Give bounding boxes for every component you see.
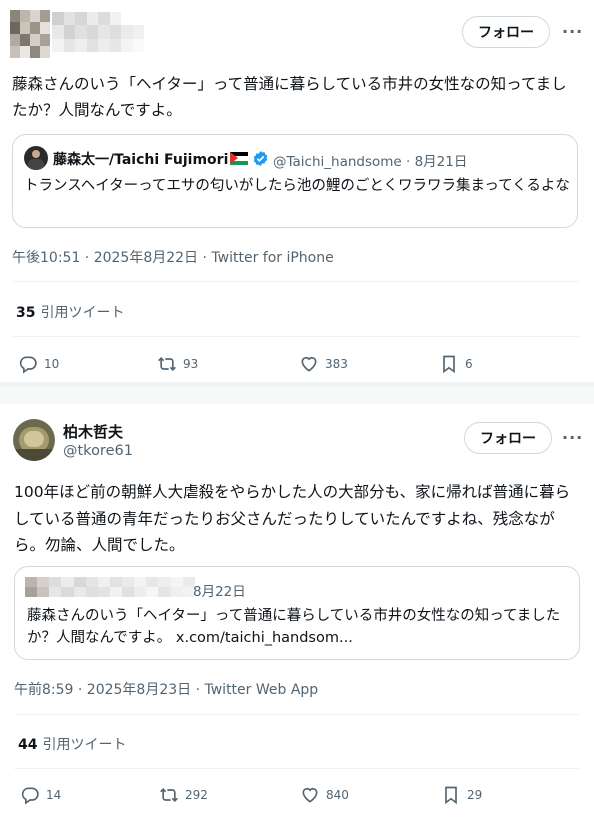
like-count: 383 <box>325 357 348 371</box>
quoted-handle-date: @Taichi_handsome · 8月21日 <box>273 154 468 170</box>
retweet-button[interactable]: 292 <box>159 785 208 805</box>
reply-count: 10 <box>44 357 60 371</box>
quoted-date: 8月22日 <box>193 584 246 600</box>
bookmark-button[interactable]: 29 <box>441 785 482 805</box>
divider <box>12 281 580 282</box>
bookmark-count: 6 <box>465 357 473 371</box>
quoted-author-blurred <box>25 577 195 597</box>
divider <box>12 336 580 337</box>
quoted-tweet[interactable]: 8月22日 藤森さんのいう「ヘイター」って普通に暮らしている市井の女性なの知って… <box>14 566 580 660</box>
reply-count: 14 <box>46 788 62 802</box>
retweet-count: 93 <box>183 357 199 371</box>
divider <box>14 714 580 715</box>
reply-icon <box>21 787 39 805</box>
palestine-flag-icon <box>230 152 248 165</box>
more-options-icon[interactable]: ··· <box>562 428 583 447</box>
quote-tweets-count[interactable]: 44 引用ツイート <box>18 734 126 754</box>
divider <box>14 768 580 769</box>
bookmark-count: 29 <box>467 788 483 802</box>
author-name[interactable]: 柏木哲夫 <box>63 421 123 442</box>
reply-button[interactable]: 10 <box>18 354 59 374</box>
quote-count-label: 引用ツイート <box>40 305 125 321</box>
like-button[interactable]: 840 <box>300 785 349 805</box>
quote-count-number: 35 <box>16 305 36 321</box>
tweet-meta[interactable]: 午前8:59 · 2025年8月23日 · Twitter Web App <box>14 679 318 699</box>
like-button[interactable]: 383 <box>299 354 348 374</box>
tweet-text: 藤森さんのいう「ヘイター」って普通に暮らしている市井の女性なの知ってましたか？人… <box>12 75 567 119</box>
quoted-tweet-text: トランスヘイターってエサの匂いがしたら池の鯉のごとくワラワラ集まってくるよな <box>24 178 570 194</box>
retweet-icon <box>160 787 178 803</box>
follow-button[interactable]: フォロー <box>464 422 552 454</box>
quote-count-label: 引用ツイート <box>42 737 127 753</box>
tweet-text: 100年ほど前の朝鮮人大虐殺をやらかした人の大部分も、家に帰れば普通に暮らしてい… <box>14 483 571 554</box>
follow-button[interactable]: フォロー <box>462 16 550 48</box>
quoted-author-name: 藤森太一/Taichi Fujimori <box>53 152 229 168</box>
reply-icon <box>19 356 37 374</box>
reply-button[interactable]: 14 <box>20 785 61 805</box>
more-options-icon[interactable]: ··· <box>562 22 583 41</box>
heart-icon <box>302 787 318 803</box>
tweet-separator-fill <box>0 386 594 404</box>
bookmark-button[interactable]: 6 <box>439 354 473 374</box>
quote-tweets-count[interactable]: 35 引用ツイート <box>16 302 124 322</box>
quote-count-number: 44 <box>18 737 38 753</box>
retweet-button[interactable]: 93 <box>157 354 198 374</box>
avatar[interactable] <box>13 419 55 461</box>
quoted-author-avatar <box>24 146 48 170</box>
heart-icon <box>301 356 317 372</box>
verified-badge-icon <box>252 150 269 171</box>
bookmark-icon <box>443 355 455 374</box>
like-count: 840 <box>326 788 349 802</box>
avatar-blurred[interactable] <box>10 10 50 58</box>
quoted-tweet[interactable]: 藤森太一/Taichi Fujimori @Taichi_handsome · … <box>12 134 578 228</box>
bookmark-icon <box>445 786 457 805</box>
retweet-count: 292 <box>185 788 208 802</box>
author-name-blurred[interactable] <box>52 12 144 52</box>
tweet-meta[interactable]: 午後10:51 · 2025年8月22日 · Twitter for iPhon… <box>12 247 334 267</box>
retweet-icon <box>158 356 176 372</box>
quoted-tweet-text: 藤森さんのいう「ヘイター」って普通に暮らしている市井の女性なの知ってましたか？人… <box>27 608 561 646</box>
author-handle[interactable]: @tkore61 <box>63 443 133 459</box>
